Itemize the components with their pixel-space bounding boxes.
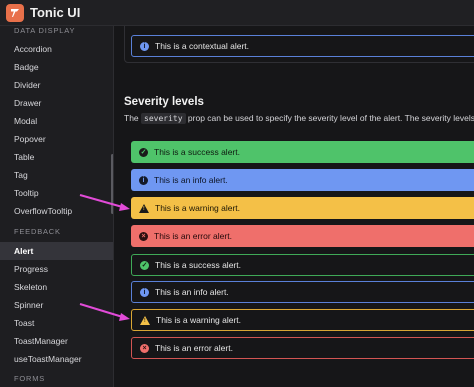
annotation-arrow-icon: [79, 303, 130, 321]
annotation-arrow-icon: [79, 194, 130, 211]
annotation-arrows: [79, 194, 130, 321]
